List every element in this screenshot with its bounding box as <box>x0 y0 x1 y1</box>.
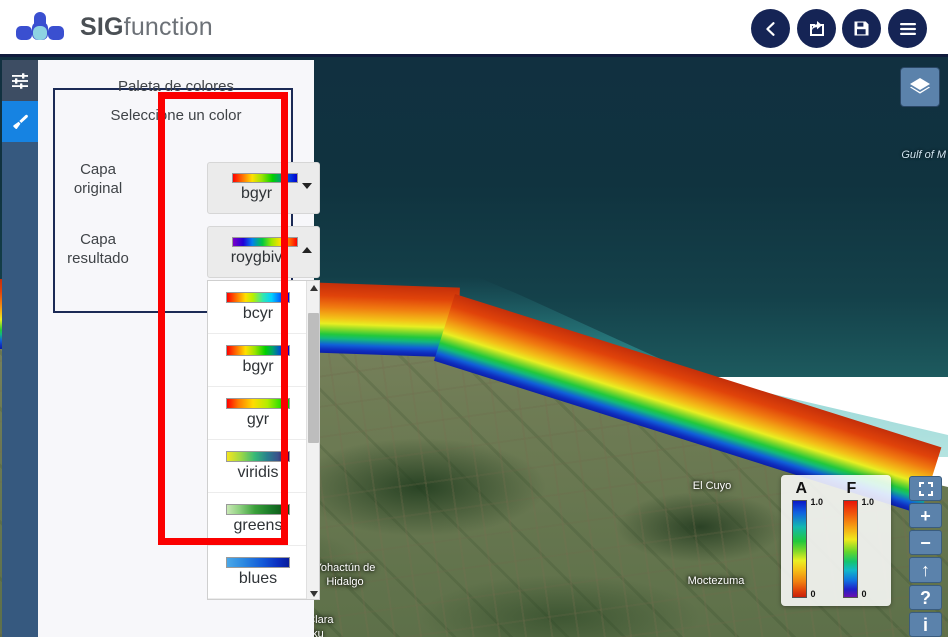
application-root: Gulf of M El Cuyo Yohactún de Hidalgo Mo… <box>0 0 948 637</box>
page-title: SIGfunction <box>80 13 213 42</box>
original-layer-label: Capa original <box>73 161 123 197</box>
palette-swatch <box>226 345 290 356</box>
hamburger-menu-icon <box>899 22 916 35</box>
option-label: viridis <box>237 464 279 481</box>
menu-button[interactable] <box>888 9 927 48</box>
info-icon: i <box>922 614 928 635</box>
option-label: gyr <box>246 411 270 428</box>
plus-icon: + <box>920 505 931 526</box>
back-button[interactable] <box>751 9 790 48</box>
paintbrush-icon <box>13 114 28 129</box>
color-palette-panel: Paleta de colores Seleccione un color Ca… <box>38 60 320 637</box>
result-palette-select[interactable]: roygbiv <box>207 226 320 278</box>
sidebar-item-filters[interactable] <box>2 60 38 101</box>
legend-colorbar <box>791 500 807 598</box>
legend-title: A <box>795 480 808 497</box>
palette-swatch <box>232 173 298 183</box>
share-button[interactable] <box>797 9 836 48</box>
list-item[interactable]: bcyr <box>208 281 308 334</box>
palette-swatch <box>226 557 290 568</box>
chevron-left-icon <box>765 21 775 36</box>
option-label: blues <box>238 570 278 587</box>
list-item[interactable]: blues <box>208 546 308 599</box>
map-legend: A 1.0 0 F 1.0 0 <box>781 475 891 606</box>
brand-secondary: function <box>123 13 213 41</box>
left-icon-rail <box>2 60 38 637</box>
scroll-up-button[interactable] <box>307 281 319 295</box>
list-item[interactable]: viridis <box>208 440 308 493</box>
option-label: bcyr <box>242 305 274 322</box>
question-mark-icon: ? <box>920 587 931 608</box>
zoom-out-button[interactable]: − <box>909 530 942 555</box>
arrow-up-icon: ↑ <box>921 560 930 580</box>
palette-dropdown-list[interactable]: bcyr bgyr gyr viridis greens blues <box>207 280 320 600</box>
list-item[interactable]: bgyr <box>208 334 308 387</box>
zoom-in-button[interactable]: + <box>909 503 942 528</box>
sidebar-item-style[interactable] <box>2 101 38 142</box>
panel-subtitle: Seleccione un color <box>110 107 242 124</box>
legend-min-value: 0 <box>810 589 816 599</box>
chevron-down-icon <box>309 591 318 597</box>
brand-primary: SIG <box>80 13 124 41</box>
dropdown-scrollbar[interactable] <box>306 281 319 599</box>
list-item[interactable]: gyr <box>208 387 308 440</box>
layers-stack-icon <box>910 78 930 94</box>
molecule-nodes-logo <box>16 12 64 40</box>
legend-title: F <box>846 480 857 497</box>
scroll-down-button[interactable] <box>307 587 319 599</box>
map-control-stack: + − ↑ ? i <box>909 476 942 637</box>
result-layer-label: Capa resultado <box>67 231 129 267</box>
info-button[interactable]: i <box>909 612 942 637</box>
palette-swatch <box>226 292 290 303</box>
original-palette-value: bgyr <box>240 185 273 202</box>
original-palette-select[interactable]: bgyr <box>207 162 320 214</box>
sliders-icon <box>12 72 28 89</box>
dropdown-options-container: bcyr bgyr gyr viridis greens blues <box>208 281 308 599</box>
palette-swatch <box>232 237 298 247</box>
fullscreen-expand-icon <box>918 481 933 496</box>
legend-column-f: F 1.0 0 <box>839 480 885 599</box>
legend-column-a: A 1.0 0 <box>788 480 834 599</box>
panel-title: Paleta de colores <box>118 78 234 95</box>
legend-max-value: 1.0 <box>861 497 875 507</box>
chevron-up-icon <box>309 285 318 291</box>
palette-swatch <box>226 504 290 515</box>
app-logo <box>14 8 66 48</box>
save-button[interactable] <box>842 9 881 48</box>
chevron-down-icon <box>302 183 312 189</box>
palette-swatch <box>226 398 290 409</box>
legend-colorbar <box>842 500 858 598</box>
list-item[interactable]: greens <box>208 493 308 546</box>
scrollbar-thumb[interactable] <box>308 313 319 443</box>
result-palette-value: roygbiv <box>230 249 283 266</box>
north-button[interactable]: ↑ <box>909 557 942 583</box>
option-label: greens <box>233 517 283 534</box>
app-header: SIGfunction <box>0 0 948 57</box>
legend-max-value: 1.0 <box>810 497 824 507</box>
layers-button[interactable] <box>900 67 940 107</box>
legend-min-value: 0 <box>861 589 867 599</box>
option-label: bgyr <box>242 358 274 375</box>
share-export-icon <box>809 20 824 36</box>
help-button[interactable]: ? <box>909 585 942 610</box>
palette-swatch <box>226 451 290 462</box>
minus-icon: − <box>920 532 931 553</box>
chevron-up-icon <box>302 247 312 253</box>
map-label-gulf: Gulf of M <box>901 149 946 161</box>
fullscreen-button[interactable] <box>909 476 942 501</box>
floppy-save-icon <box>854 21 869 36</box>
